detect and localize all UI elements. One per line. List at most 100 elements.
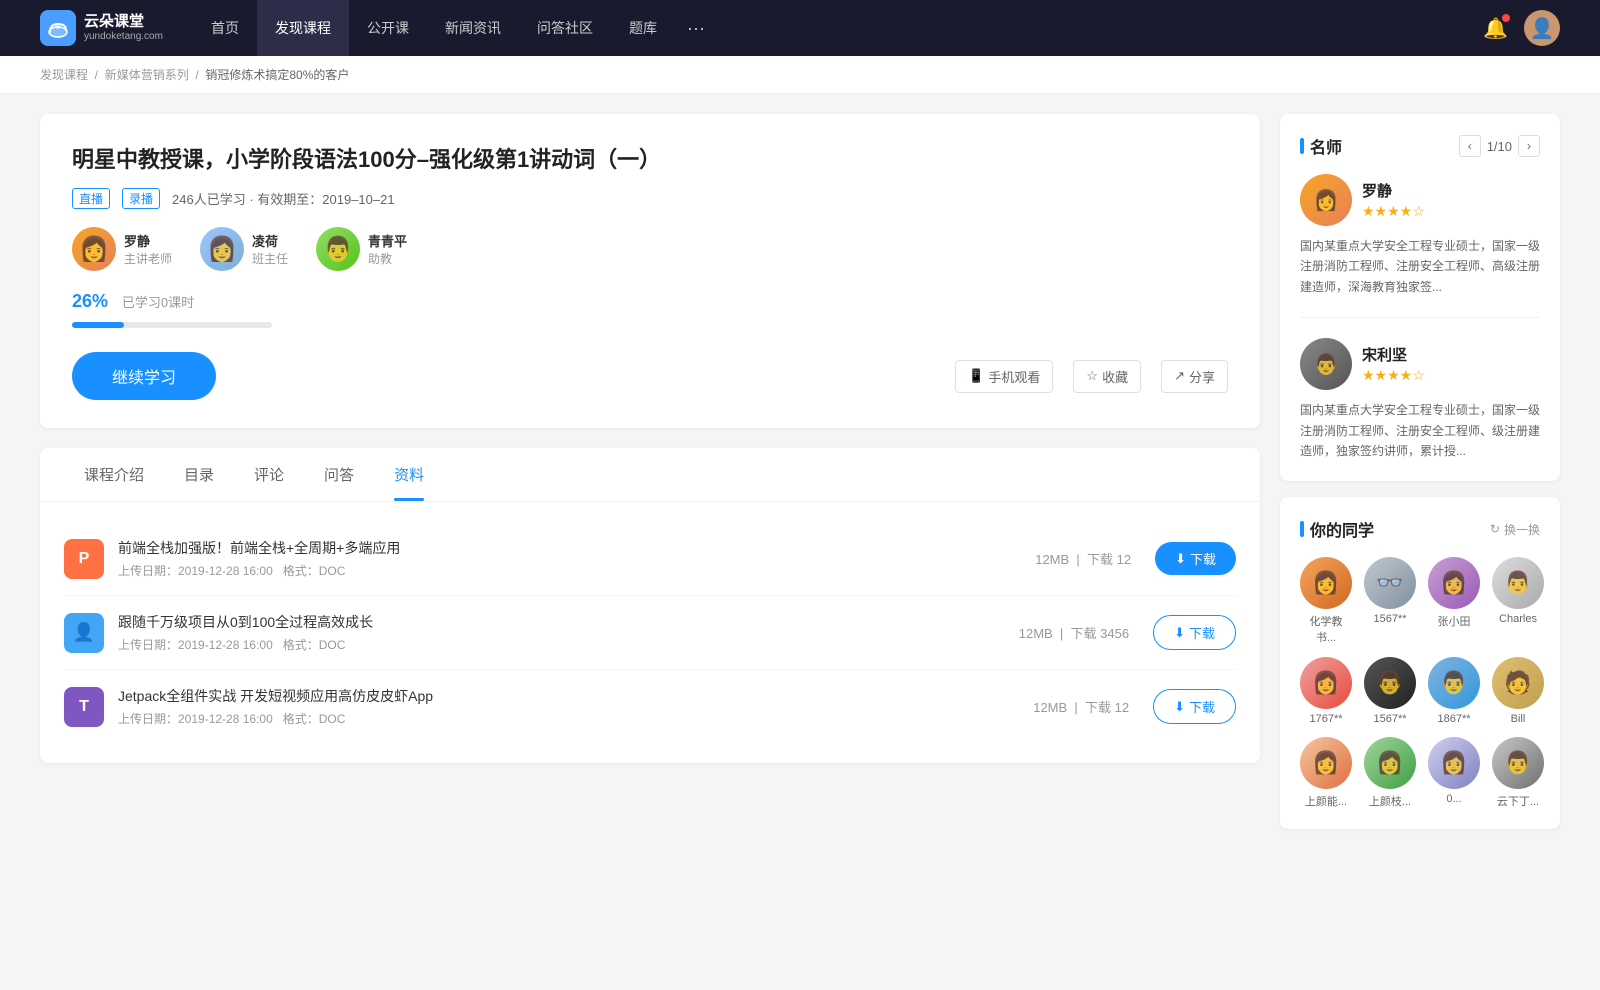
notification-bell[interactable]: 🔔 <box>1483 16 1508 41</box>
nav-public[interactable]: 公开课 <box>349 0 427 56</box>
refresh-icon: ↻ <box>1490 522 1500 536</box>
classmate-avatar-12: 👨 <box>1492 737 1544 789</box>
download-label-3: 下载 <box>1189 697 1215 716</box>
resource-icon-1: P <box>64 539 104 579</box>
sidebar-teacher-2-avatar: 👨 <box>1300 338 1352 390</box>
classmate-avatar-11: 👩 <box>1428 737 1480 789</box>
classmates-refresh-btn[interactable]: ↻ 换一换 <box>1490 521 1540 538</box>
tab-intro[interactable]: 课程介绍 <box>64 448 164 501</box>
action-row: 继续学习 📱 手机观看 ☆ 收藏 ↗ 分享 <box>72 352 1228 400</box>
sidebar: 名师 ‹ 1/10 › 👩 罗静 ★★★★☆ <box>1280 114 1560 845</box>
classmate-name-2: 1567** <box>1373 613 1406 625</box>
classmate-avatar-bill: 🧑 <box>1492 657 1544 709</box>
teachers-list: 👩 罗静 主讲老师 👩 凌荷 班主任 <box>72 227 1228 271</box>
classmate-name-1: 化学教书... <box>1300 613 1352 645</box>
classmate-7[interactable]: 👨 1867** <box>1428 657 1480 725</box>
classmate-6[interactable]: 👨 1567** <box>1364 657 1416 725</box>
progress-bar-fill <box>72 322 124 328</box>
teachers-prev-btn[interactable]: ‹ <box>1459 135 1481 157</box>
classmate-1[interactable]: 👩 化学教书... <box>1300 557 1352 645</box>
classmate-avatar-5: 👩 <box>1300 657 1352 709</box>
collect-button[interactable]: ☆ 收藏 <box>1073 360 1141 393</box>
teacher-info-3: 青青平 助教 <box>368 231 407 267</box>
action-links: 📱 手机观看 ☆ 收藏 ↗ 分享 <box>955 360 1228 393</box>
classmate-name-11: 0... <box>1446 793 1461 805</box>
classmate-name-5: 1767** <box>1309 713 1342 725</box>
classmate-name-bill: Bill <box>1511 713 1526 725</box>
logo-icon <box>40 10 76 46</box>
classmate-name-6: 1567** <box>1373 713 1406 725</box>
continue-learning-button[interactable]: 继续学习 <box>72 352 216 400</box>
download-btn-2[interactable]: ⬇ 下载 <box>1153 615 1236 650</box>
nav-discover[interactable]: 发现课程 <box>257 0 349 56</box>
classmate-avatar-6: 👨 <box>1364 657 1416 709</box>
progress-bar-bg <box>72 322 272 328</box>
resource-name-1: 前端全栈加强版！前端全栈+全周期+多端应用 <box>118 538 1011 558</box>
star-icon: ☆ <box>1086 368 1098 384</box>
classmate-avatar-2: 👓 <box>1364 557 1416 609</box>
notification-dot <box>1502 14 1510 22</box>
share-button[interactable]: ↗ 分享 <box>1161 360 1228 393</box>
classmate-avatar-9: 👩 <box>1300 737 1352 789</box>
classmate-5[interactable]: 👩 1767** <box>1300 657 1352 725</box>
download-label-2: 下载 <box>1189 623 1215 642</box>
main-nav: 首页 发现课程 公开课 新闻资讯 问答社区 题库 ··· <box>193 0 1483 56</box>
classmate-avatar-3: 👩 <box>1428 557 1480 609</box>
classmate-10[interactable]: 👩 上颜枝... <box>1364 737 1416 809</box>
tab-catalog[interactable]: 目录 <box>164 448 234 501</box>
download-btn-1[interactable]: ⬇ 下载 <box>1155 542 1236 575</box>
sidebar-teacher-2-header: 👨 宋利坚 ★★★★☆ <box>1300 338 1540 390</box>
logo[interactable]: 云朵课堂 yundoketang.com <box>40 10 163 46</box>
classmates-panel-header: 你的同学 ↻ 换一换 <box>1300 517 1540 541</box>
header: 云朵课堂 yundoketang.com 首页 发现课程 公开课 新闻资讯 问答… <box>0 0 1600 56</box>
nav-more[interactable]: ··· <box>675 0 717 56</box>
classmate-name-10: 上颜枝... <box>1369 793 1411 809</box>
nav-quiz[interactable]: 题库 <box>611 0 675 56</box>
sidebar-teacher-2-name: 宋利坚 <box>1362 344 1425 365</box>
teacher-item-3: 👨 青青平 助教 <box>316 227 407 271</box>
tab-comments[interactable]: 评论 <box>234 448 304 501</box>
teachers-next-btn[interactable]: › <box>1518 135 1540 157</box>
nav-qa[interactable]: 问答社区 <box>519 0 611 56</box>
classmates-grid: 👩 化学教书... 👓 1567** 👩 张小田 <box>1300 557 1540 809</box>
share-icon: ↗ <box>1174 368 1185 384</box>
mobile-watch-button[interactable]: 📱 手机观看 <box>955 360 1053 393</box>
classmate-name-7: 1867** <box>1437 713 1470 725</box>
sidebar-teacher-2-info: 宋利坚 ★★★★☆ <box>1362 344 1425 384</box>
teachers-panel-header: 名师 ‹ 1/10 › <box>1300 134 1540 158</box>
resource-icon-2: 👤 <box>64 613 104 653</box>
sidebar-teacher-1-header: 👩 罗静 ★★★★☆ <box>1300 174 1540 226</box>
sidebar-teacher-2-stars: ★★★★☆ <box>1362 367 1425 384</box>
share-label: 分享 <box>1189 367 1215 386</box>
sidebar-teacher-1: 👩 罗静 ★★★★☆ 国内某重点大学安全工程专业硕士，国家一级注册消防工程师、注… <box>1300 174 1540 318</box>
content-area: 明星中教授课，小学阶段语法100分–强化级第1讲动词（一） 直播 录播 246人… <box>40 114 1260 845</box>
teacher-avatar-ling: 👩 <box>200 227 244 271</box>
classmate-charles[interactable]: 👨 Charles <box>1492 557 1544 645</box>
logo-text: 云朵课堂 yundoketang.com <box>84 13 163 43</box>
tab-qa[interactable]: 问答 <box>304 448 374 501</box>
download-btn-3[interactable]: ⬇ 下载 <box>1153 689 1236 724</box>
mobile-icon: 📱 <box>968 368 984 384</box>
classmate-9[interactable]: 👩 上颜能... <box>1300 737 1352 809</box>
nav-news[interactable]: 新闻资讯 <box>427 0 519 56</box>
teachers-panel: 名师 ‹ 1/10 › 👩 罗静 ★★★★☆ <box>1280 114 1560 481</box>
sidebar-teacher-1-stars: ★★★★☆ <box>1362 203 1425 220</box>
tab-resources[interactable]: 资料 <box>374 448 444 501</box>
classmate-name-9: 上颜能... <box>1305 793 1347 809</box>
teacher-name-1: 罗静 <box>124 231 172 250</box>
classmate-bill[interactable]: 🧑 Bill <box>1492 657 1544 725</box>
user-avatar-header[interactable]: 👤 <box>1524 10 1560 46</box>
resource-stats-2: 12MB | 下载 3456 <box>1019 623 1129 642</box>
course-meta: 直播 录播 246人已学习 · 有效期至：2019–10–21 <box>72 188 1228 209</box>
teacher-item-2: 👩 凌荷 班主任 <box>200 227 288 271</box>
classmate-11[interactable]: 👩 0... <box>1428 737 1480 809</box>
download-icon-3: ⬇ <box>1174 699 1185 715</box>
breadcrumb-discover[interactable]: 发现课程 <box>40 68 88 82</box>
breadcrumb-series[interactable]: 新媒体营销系列 <box>105 68 189 82</box>
download-label-1: 下载 <box>1190 549 1216 568</box>
classmate-3[interactable]: 👩 张小田 <box>1428 557 1480 645</box>
classmate-2[interactable]: 👓 1567** <box>1364 557 1416 645</box>
header-right: 🔔 👤 <box>1483 10 1560 46</box>
nav-home[interactable]: 首页 <box>193 0 257 56</box>
classmate-12[interactable]: 👨 云下丁... <box>1492 737 1544 809</box>
